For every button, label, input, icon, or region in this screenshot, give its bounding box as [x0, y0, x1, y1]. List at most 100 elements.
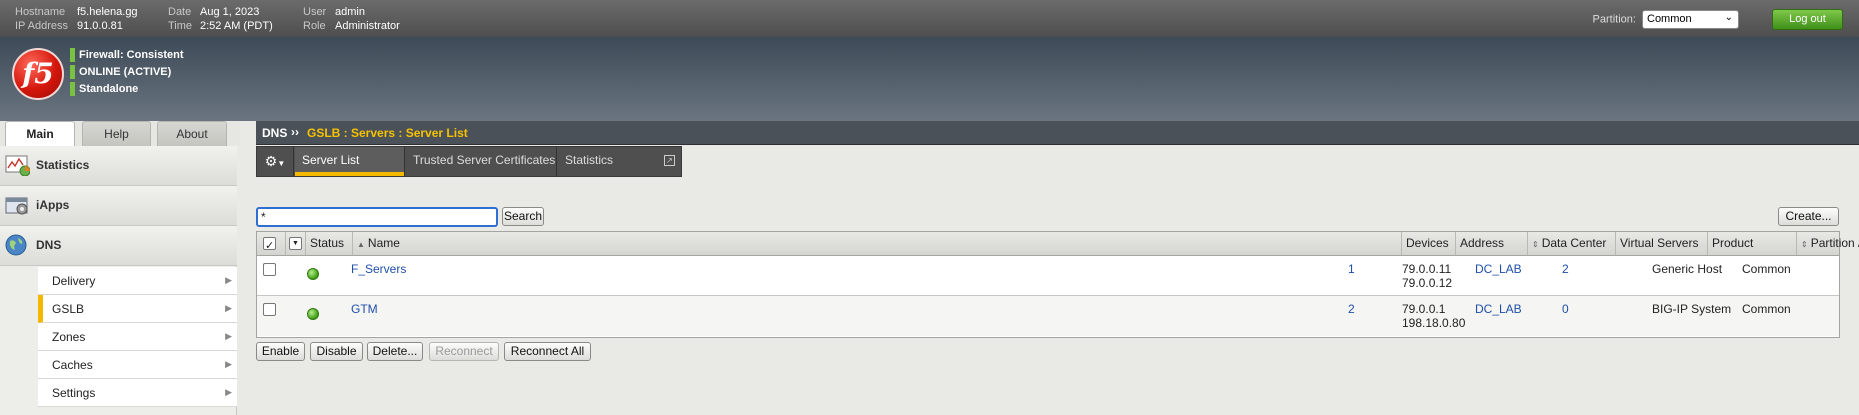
user-value: admin [335, 6, 365, 18]
address-secondary: 198.18.0.80 [1402, 316, 1466, 330]
date-label: Date [168, 6, 192, 18]
column-data-center-label: Data Center [1541, 236, 1607, 250]
external-link-icon: ↗ [664, 155, 675, 166]
select-menu-cell: ▼ [285, 232, 305, 255]
sub-tabs: ⚙▼ Server List Trusted Server Certificat… [256, 146, 682, 177]
data-center-link[interactable]: DC_LAB [1475, 302, 1522, 316]
devices-link[interactable]: 2 [1348, 302, 1355, 316]
partition-value: Common [1742, 302, 1791, 316]
chevron-right-icon: ▶ [225, 303, 232, 313]
virtual-servers-link[interactable]: 2 [1562, 262, 1569, 276]
column-name-label: Name [367, 236, 400, 250]
breadcrumb-root[interactable]: DNS [262, 126, 287, 140]
breadcrumb-path: GSLB : Servers : Server List [307, 126, 468, 140]
partition-value: Common [1647, 13, 1692, 25]
logout-button[interactable]: Log out [1772, 9, 1843, 30]
role-label: Role [303, 20, 326, 32]
table-row: F_Servers 1 79.0.0.11 79.0.0.12 DC_LAB 2… [257, 256, 1839, 296]
row-checkbox[interactable] [263, 263, 276, 276]
column-status[interactable]: Status [305, 232, 352, 255]
nav-zones-label: Zones [52, 330, 86, 344]
nav-dns-zones[interactable]: Zones ▶ [38, 323, 237, 351]
select-all-checkbox[interactable] [263, 235, 276, 257]
ip-label: IP Address [15, 20, 68, 32]
partition-label: Partition: [1592, 13, 1636, 26]
time-value: 2:52 AM (PDT) [200, 20, 273, 32]
nav-dns-delivery[interactable]: Delivery ▶ [38, 267, 237, 295]
reconnect-all-button[interactable]: Reconnect All [504, 342, 591, 361]
column-data-center[interactable]: ⇕ Data Center [1527, 232, 1615, 255]
nav-statistics[interactable]: Statistics [0, 146, 237, 186]
host-info: Hostname f5.helena.gg IP Address 91.0.0.81 [15, 5, 138, 33]
hostname-value: f5.helena.gg [77, 6, 138, 18]
column-partition-path[interactable]: ⇕Partition / Path [1796, 232, 1859, 255]
nav-iapps[interactable]: iApps [0, 186, 237, 226]
column-partition-label: Partition / Path [1810, 236, 1859, 250]
chevron-down-icon[interactable]: ▼ [289, 237, 302, 250]
devices-link[interactable]: 1 [1348, 262, 1355, 276]
nav-iapps-label: iApps [36, 198, 70, 212]
nav-dns-settings[interactable]: Settings ▶ [38, 379, 237, 407]
select-all-cell [257, 232, 284, 257]
server-list-table: ▼ Status ▲Name Devices Address ⇕Data Cen… [256, 231, 1859, 338]
tab-server-list[interactable]: Server List [295, 147, 405, 176]
data-center-link[interactable]: DC_LAB [1475, 262, 1522, 276]
search-input[interactable]: * [256, 207, 498, 227]
tab-help[interactable]: Help [82, 121, 151, 146]
nav-dns-caches[interactable]: Caches ▶ [38, 351, 237, 379]
role-value: Administrator [335, 20, 400, 32]
user-label: User [303, 6, 327, 18]
delete-button[interactable]: Delete... [367, 342, 423, 361]
breadcrumb: DNS ›› GSLB : Servers : Server List [256, 121, 1859, 145]
column-product[interactable]: Product [1707, 232, 1796, 255]
nav-statistics-label: Statistics [36, 158, 90, 172]
status-available-icon [307, 268, 319, 280]
create-button[interactable]: Create... [1778, 207, 1839, 226]
tab-trusted-server-certificates[interactable]: Trusted Server Certificates [406, 147, 557, 176]
top-banner: Hostname f5.helena.gg IP Address 91.0.0.81… [0, 0, 1859, 37]
table-row: GTM 2 79.0.0.1 198.18.0.80 DC_LAB 0 BIG-… [257, 296, 1839, 336]
tab-statistics[interactable]: Statistics ↗ [558, 147, 682, 176]
search-button[interactable]: Search [502, 207, 544, 226]
sort-icon: ⇕ [1801, 240, 1808, 249]
nav-caches-label: Caches [52, 358, 93, 372]
tab-main[interactable]: Main [5, 121, 75, 146]
iapps-icon [5, 197, 28, 215]
disable-button[interactable]: Disable [310, 342, 363, 361]
ip-value: 91.0.0.81 [77, 20, 123, 32]
column-virtual-servers[interactable]: Virtual Servers [1615, 232, 1707, 255]
sort-asc-icon: ▲ [357, 240, 365, 249]
time-label: Time [168, 20, 193, 32]
nav-dns-gslb[interactable]: GSLB ▶ [38, 295, 237, 323]
row-checkbox[interactable] [263, 303, 276, 316]
reconnect-button[interactable]: Reconnect [429, 342, 499, 361]
user-info: User admin Role Administrator [303, 5, 400, 33]
enable-button[interactable]: Enable [256, 342, 305, 361]
sort-icon: ⇕ [1532, 240, 1539, 249]
partition-select[interactable]: Common ⌄ [1642, 10, 1739, 29]
status-available-icon [307, 308, 319, 320]
column-name[interactable]: ▲ Name [352, 232, 1401, 255]
f5-logo: f5 [12, 48, 64, 100]
virtual-servers-link[interactable]: 0 [1562, 302, 1569, 316]
product-value: Generic Host [1652, 262, 1723, 276]
server-name-link[interactable]: GTM [351, 302, 378, 316]
left-nav: Statistics iApps DNS Delivery ▶ GSLB ▶ Z… [0, 146, 237, 415]
chevron-right-icon: ▶ [225, 359, 232, 369]
gear-menu-button[interactable]: ⚙▼ [257, 147, 294, 176]
column-address[interactable]: Address [1455, 232, 1527, 255]
address-primary: 79.0.0.11 [1402, 262, 1452, 276]
chevron-right-icon: ▶ [225, 275, 232, 285]
server-name-link[interactable]: F_Servers [351, 262, 406, 276]
address-secondary: 79.0.0.12 [1402, 276, 1453, 290]
chevron-right-icon: ▶ [225, 331, 232, 341]
gear-icon: ⚙ [264, 153, 278, 169]
globe-icon [5, 234, 27, 256]
left-tabs: Main Help About [0, 121, 240, 146]
column-devices[interactable]: Devices [1401, 232, 1455, 255]
tab-about[interactable]: About [157, 121, 227, 146]
nav-dns[interactable]: DNS [0, 226, 237, 266]
hostname-label: Hostname [15, 6, 66, 18]
datetime-info: Date Aug 1, 2023 Time 2:52 AM (PDT) [168, 5, 273, 33]
product-value: BIG-IP System [1652, 302, 1732, 316]
